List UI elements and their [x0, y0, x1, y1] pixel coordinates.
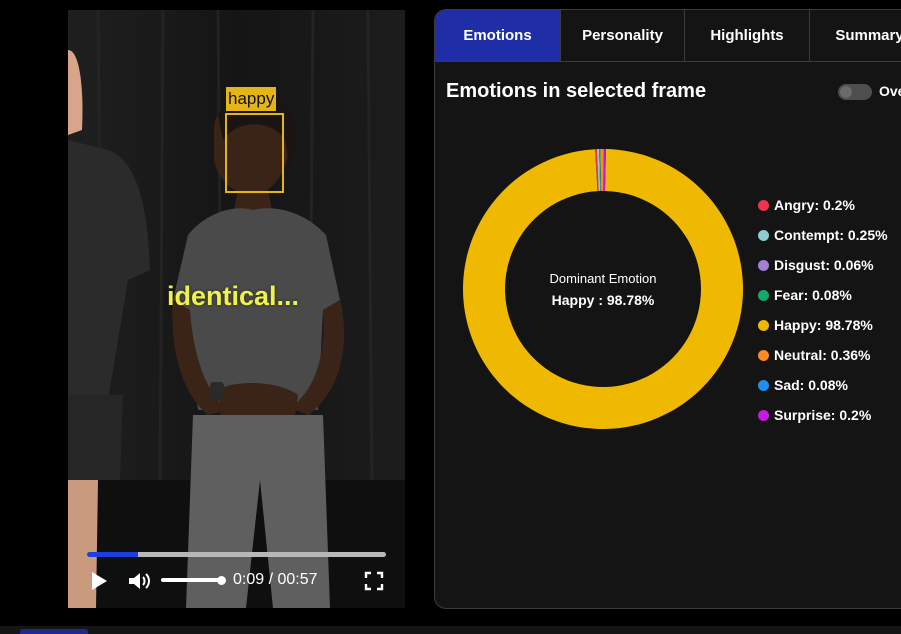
legend-label-contempt: Contempt: 0.25%	[774, 227, 888, 243]
legend-label-surprise: Surprise: 0.2%	[774, 407, 872, 423]
legend-label-sad: Sad: 0.08%	[774, 377, 848, 393]
video-player[interactable]: happy identical... 0:09 / 00:57	[68, 10, 405, 608]
legend-label-fear: Fear: 0.08%	[774, 287, 852, 303]
legend-dot-sad	[758, 380, 769, 391]
legend-item-happy: Happy: 98.78%	[758, 314, 888, 344]
video-time: 0:09 / 00:57	[233, 571, 318, 588]
legend-dot-angry	[758, 200, 769, 211]
legend-item-surprise: Surprise: 0.2%	[758, 404, 888, 434]
legend-dot-surprise	[758, 410, 769, 421]
face-bounding-box	[225, 113, 284, 193]
video-progress-fill	[87, 552, 138, 557]
legend-dot-happy	[758, 320, 769, 331]
tab-bar: Emotions Personality Highlights Summary	[435, 10, 901, 62]
panel-title: Emotions in selected frame	[446, 80, 707, 102]
video-caption: identical...	[167, 281, 300, 311]
donut-svg	[463, 149, 743, 429]
volume-slider[interactable]	[161, 578, 221, 582]
face-emotion-label: happy	[226, 87, 277, 111]
toggle-knob	[840, 86, 852, 98]
fullscreen-icon[interactable]	[364, 571, 384, 591]
tab-highlights[interactable]: Highlights	[685, 10, 810, 61]
analysis-panel: Emotions Personality Highlights Summary …	[434, 9, 901, 609]
legend-label-happy: Happy: 98.78%	[774, 317, 873, 333]
play-icon[interactable]	[88, 570, 110, 592]
tab-emotions[interactable]: Emotions	[435, 10, 561, 61]
legend-dot-contempt	[758, 230, 769, 241]
dominant-emotion-value: Happy : 98.78%	[551, 292, 655, 308]
time-current: 0:09	[233, 571, 265, 588]
tab-personality[interactable]: Personality	[561, 10, 685, 61]
bottom-bar	[0, 626, 901, 634]
legend-dot-disgust	[758, 260, 769, 271]
legend-item-contempt: Contempt: 0.25%	[758, 224, 888, 254]
volume-slider-knob[interactable]	[217, 576, 226, 585]
dominant-emotion-caption: Dominant Emotion	[549, 271, 657, 286]
time-total: 00:57	[277, 571, 318, 588]
video-progress-bar[interactable]	[87, 552, 386, 557]
legend-item-sad: Sad: 0.08%	[758, 374, 888, 404]
overlay-toggle[interactable]	[838, 84, 872, 100]
legend-item-angry: Angry: 0.2%	[758, 194, 888, 224]
bottom-tab-accent	[20, 629, 88, 634]
legend-dot-fear	[758, 290, 769, 301]
legend-item-fear: Fear: 0.08%	[758, 284, 888, 314]
volume-icon[interactable]	[127, 569, 151, 593]
emotion-donut-chart: Dominant Emotion Happy : 98.78%	[463, 149, 743, 429]
legend-label-neutral: Neutral: 0.36%	[774, 347, 871, 363]
legend-label-disgust: Disgust: 0.06%	[774, 257, 874, 273]
tab-summary[interactable]: Summary	[810, 10, 901, 61]
overlay-toggle-label: Ove	[879, 83, 901, 99]
legend-dot-neutral	[758, 350, 769, 361]
legend-label-angry: Angry: 0.2%	[774, 197, 855, 213]
legend-item-disgust: Disgust: 0.06%	[758, 254, 888, 284]
legend-item-neutral: Neutral: 0.36%	[758, 344, 888, 374]
chart-legend: Angry: 0.2% Contempt: 0.25% Disgust: 0.0…	[758, 194, 888, 434]
donut-slice-happy[interactable]	[463, 149, 743, 429]
